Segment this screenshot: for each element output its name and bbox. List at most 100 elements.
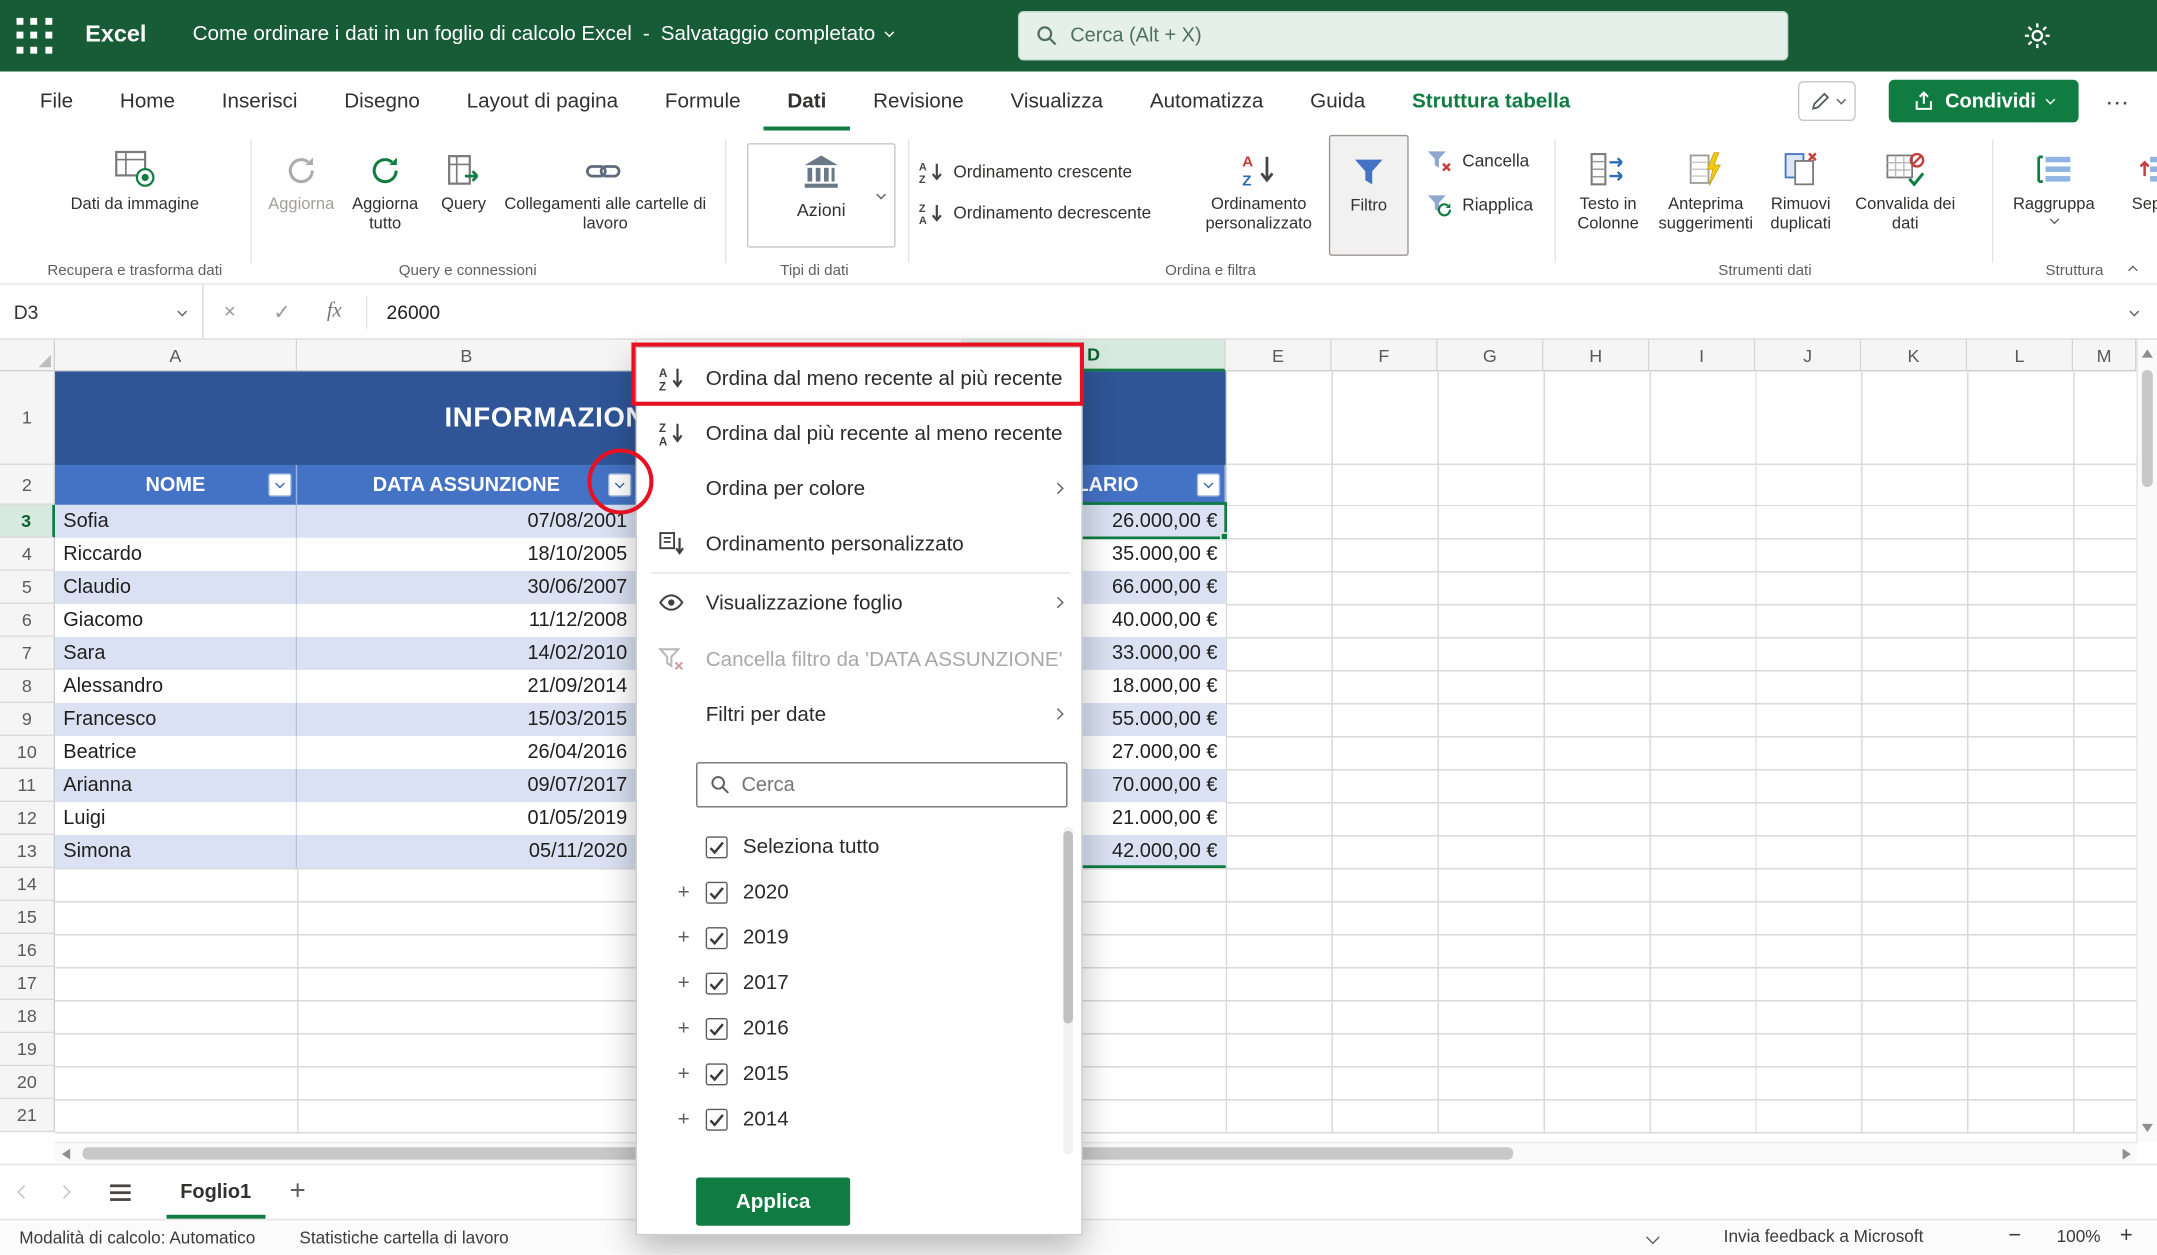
row-header-1[interactable]: 1 (0, 371, 55, 465)
sheet-tab-foglio1[interactable]: Foglio1 (166, 1165, 264, 1219)
tab-inserisci[interactable]: Inserisci (198, 72, 320, 131)
cell-A6[interactable]: Giacomo (55, 604, 297, 637)
row-header-21[interactable]: 21 (0, 1099, 55, 1132)
checkbox-row-2016[interactable]: + 2016 (637, 1006, 1063, 1051)
cell-A9[interactable]: Francesco (55, 703, 297, 736)
filter-search-box[interactable] (696, 762, 1067, 807)
column-header-H[interactable]: H (1543, 340, 1649, 372)
refresh-all-button[interactable]: Aggiorna tutto (344, 135, 427, 256)
cell-B9[interactable]: 15/03/2015 (297, 703, 637, 736)
title-chevron-down-icon[interactable] (885, 27, 895, 37)
checkbox-checked-icon[interactable] (706, 836, 728, 858)
row-header-11[interactable]: 11 (0, 769, 55, 802)
refresh-button[interactable]: Aggiorna (261, 135, 341, 256)
expand-plus-icon[interactable]: + (673, 1107, 695, 1130)
row-header-12[interactable]: 12 (0, 802, 55, 835)
apply-filter-button[interactable]: Applica (696, 1178, 850, 1226)
data-validation-button[interactable]: Convalida dei dati (1846, 135, 1964, 256)
insert-function-button[interactable]: fx (308, 300, 360, 323)
vertical-scrollbar[interactable] (2136, 340, 2157, 1142)
group-rows-button[interactable]: Raggruppa (2003, 135, 2105, 256)
cell-B7[interactable]: 14/02/2010 (297, 637, 637, 670)
checkbox-row-2020[interactable]: + 2020 (637, 869, 1063, 914)
status-options-chevron-down-icon[interactable] (1646, 1231, 1660, 1245)
column-header-M[interactable]: M (2073, 340, 2136, 372)
row-header-3[interactable]: 3 (0, 505, 55, 538)
column-header-F[interactable]: F (1332, 340, 1438, 372)
checkbox-checked-icon[interactable] (706, 1063, 728, 1085)
row-header-8[interactable]: 8 (0, 670, 55, 703)
zoom-in-button[interactable]: + (2120, 1224, 2133, 1249)
row-header-16[interactable]: 16 (0, 934, 55, 967)
menu-item-sort-oldest[interactable]: AZ Ordina dal meno recente al più recent… (637, 351, 1084, 406)
cell-A5[interactable]: Claudio (55, 571, 297, 604)
checkbox-checked-icon[interactable] (706, 1017, 728, 1039)
tab-guida[interactable]: Guida (1287, 72, 1389, 131)
horizontal-scrollbar[interactable] (55, 1142, 2138, 1164)
workbook-statistics-button[interactable]: Statistiche cartella di lavoro (299, 1228, 508, 1247)
settings-gear-button[interactable] (2022, 21, 2052, 58)
flash-fill-button[interactable]: Anteprima suggerimenti (1656, 135, 1755, 256)
name-box[interactable]: D3 (0, 285, 204, 339)
row-header-18[interactable]: 18 (0, 1000, 55, 1033)
scroll-down-arrow-icon[interactable] (2142, 1124, 2153, 1132)
column-header-L[interactable]: L (1967, 340, 2073, 372)
filter-search-input[interactable] (741, 774, 1053, 796)
column-header-I[interactable]: I (1649, 340, 1755, 372)
row-header-5[interactable]: 5 (0, 571, 55, 604)
cancel-entry-button[interactable]: × (204, 300, 256, 323)
checkbox-row-2019[interactable]: + 2019 (637, 915, 1063, 960)
cell-A13[interactable]: Simona (55, 835, 297, 868)
calc-mode-status[interactable]: Modalità di calcolo: Automatico (19, 1228, 255, 1247)
row-header-4[interactable]: 4 (0, 538, 55, 571)
menu-item-custom-sort[interactable]: Ordinamento personalizzato (637, 516, 1084, 571)
app-name[interactable]: Excel (85, 21, 146, 49)
checkbox-row-select-all[interactable]: Seleziona tutto (637, 824, 1063, 869)
row-header-9[interactable]: 9 (0, 703, 55, 736)
all-sheets-menu-icon[interactable] (110, 1184, 131, 1201)
cell-A4[interactable]: Riccardo (55, 538, 297, 571)
expand-plus-icon[interactable]: + (673, 926, 695, 949)
column-header-B[interactable]: B (297, 340, 637, 372)
cell-B12[interactable]: 01/05/2019 (297, 802, 637, 835)
tab-file[interactable]: File (17, 72, 97, 131)
actions-data-type-button[interactable]: Azioni (747, 143, 896, 248)
vertical-scrollbar-thumb[interactable] (2142, 370, 2153, 487)
text-to-columns-button[interactable]: Testo in Colonne (1563, 135, 1654, 256)
data-from-picture-button[interactable]: Dati da immagine (55, 135, 215, 256)
cell-B3[interactable]: 07/08/2001 (297, 505, 637, 538)
clear-filter-button[interactable]: Cancella (1425, 144, 1529, 177)
add-sheet-button[interactable]: + (290, 1176, 306, 1208)
column-header-K[interactable]: K (1861, 340, 1967, 372)
row-header-10[interactable]: 10 (0, 736, 55, 769)
ribbon-more-button[interactable]: … (2105, 83, 2131, 112)
menu-item-sheet-view[interactable]: Visualizzazione foglio (637, 575, 1084, 630)
confirm-entry-button[interactable]: ✓ (256, 299, 308, 324)
tab-visualizza[interactable]: Visualizza (987, 72, 1126, 131)
formula-input[interactable]: 26000 (373, 301, 2157, 323)
row-header-14[interactable]: 14 (0, 868, 55, 901)
cell-A7[interactable]: Sara (55, 637, 297, 670)
share-button[interactable]: Condividi (1889, 80, 2079, 123)
expand-plus-icon[interactable]: + (673, 971, 695, 994)
row-header-6[interactable]: 6 (0, 604, 55, 637)
row-header-13[interactable]: 13 (0, 835, 55, 868)
workbook-links-button[interactable]: Collegamenti alle cartelle di lavoro (501, 135, 710, 256)
tab-dati[interactable]: Dati (764, 72, 850, 131)
search-input[interactable] (1070, 25, 1770, 47)
select-all-corner[interactable] (0, 340, 55, 372)
pen-mode-button[interactable] (1798, 81, 1856, 121)
ungroup-rows-button[interactable]: Separa (2110, 135, 2157, 256)
row-header-19[interactable]: 19 (0, 1033, 55, 1066)
next-sheet-chevron-icon[interactable] (57, 1185, 71, 1199)
cell-A3[interactable]: Sofia (55, 505, 297, 538)
expand-plus-icon[interactable]: + (673, 880, 695, 903)
zoom-level[interactable]: 100% (2050, 1227, 2108, 1246)
custom-sort-button[interactable]: AZ Ordinamento personalizzato (1200, 135, 1318, 256)
scroll-up-arrow-icon[interactable] (2142, 349, 2153, 357)
checkbox-checked-icon[interactable] (706, 972, 728, 994)
search-bar[interactable] (1018, 11, 1788, 61)
menu-item-date-filters[interactable]: Filtri per date (637, 686, 1084, 741)
menu-item-clear-filter[interactable]: Cancella filtro da 'DATA ASSUNZIONE' (637, 631, 1084, 686)
filter-button[interactable]: Filtro (1329, 135, 1409, 256)
